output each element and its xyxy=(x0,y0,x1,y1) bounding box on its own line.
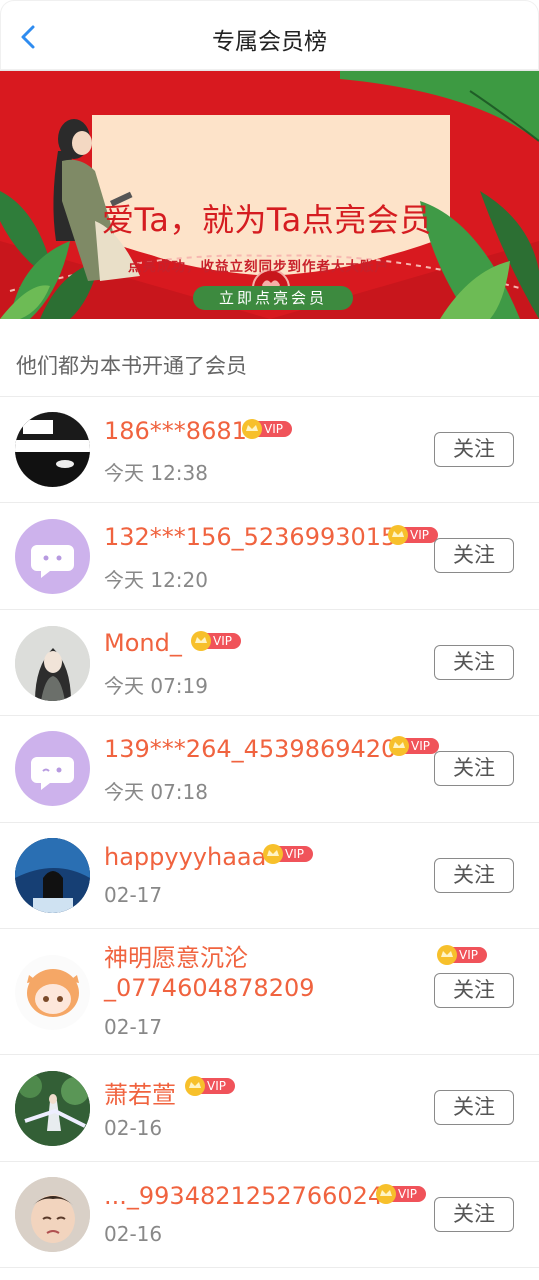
member-name[interactable]: Mond_ xyxy=(104,629,182,657)
list-item[interactable]: 萧若萱 VIP 02-16 关注 xyxy=(0,1055,539,1162)
vip-badge: VIP xyxy=(389,736,439,756)
list-item[interactable]: 186***8681 VIP 今天 12:38 关注 xyxy=(0,397,539,503)
member-time: 今天 07:18 xyxy=(104,780,208,804)
vip-badge: VIP xyxy=(437,945,487,965)
follow-button[interactable]: 关注 xyxy=(434,1090,514,1125)
member-name[interactable]: 神明愿意沉沦 _0774604878209 xyxy=(104,943,404,1003)
member-time: 今天 12:20 xyxy=(104,568,208,592)
vip-badge: VIP xyxy=(242,419,292,439)
promo-banner[interactable]: 爱Ta，就为Ta点亮会员 点亮成功，收益立刻同步到作者大大账户 立即点亮会员 xyxy=(0,71,539,319)
follow-button[interactable]: 关注 xyxy=(434,751,514,786)
page-title: 专属会员榜 xyxy=(212,29,327,55)
list-item[interactable]: 132***156_5236993015 VIP 今天 12:20 关注 xyxy=(0,503,539,610)
vip-label: VIP xyxy=(398,1187,417,1201)
vip-label: VIP xyxy=(207,1079,226,1093)
vip-label: VIP xyxy=(264,422,283,436)
vip-badge: VIP xyxy=(263,844,313,864)
member-name[interactable]: 139***264_4539869420 xyxy=(104,735,396,763)
light-up-vip-button[interactable]: 立即点亮会员 xyxy=(193,286,353,310)
list-item[interactable]: 139***264_4539869420 VIP 今天 07:18 关注 xyxy=(0,716,539,823)
member-name[interactable]: 186***8681 xyxy=(104,417,247,445)
follow-button[interactable]: 关注 xyxy=(434,1197,514,1232)
member-name[interactable]: ..._9934821252766024 xyxy=(104,1182,383,1210)
follow-button[interactable]: 关注 xyxy=(434,858,514,893)
avatar[interactable] xyxy=(15,838,90,913)
member-name[interactable]: happyyyhaaa xyxy=(104,843,266,871)
vip-label: VIP xyxy=(213,634,232,648)
list-item[interactable]: Mond_ VIP 今天 07:19 关注 xyxy=(0,610,539,716)
member-list: 186***8681 VIP 今天 12:38 关注 132***156_523… xyxy=(0,397,539,1268)
member-name[interactable]: 萧若萱 xyxy=(104,1075,176,1110)
member-time: 02-17 xyxy=(104,883,163,907)
avatar[interactable] xyxy=(15,731,90,806)
follow-button[interactable]: 关注 xyxy=(434,432,514,467)
follow-button[interactable]: 关注 xyxy=(434,645,514,680)
member-time: 02-16 xyxy=(104,1222,163,1246)
vip-badge: VIP xyxy=(185,1076,235,1096)
vip-badge: VIP xyxy=(191,631,241,651)
follow-button[interactable]: 关注 xyxy=(434,538,514,573)
vip-label: VIP xyxy=(410,528,429,542)
follow-button[interactable]: 关注 xyxy=(434,973,514,1008)
avatar[interactable] xyxy=(15,412,90,487)
list-item[interactable]: 神明愿意沉沦 _0774604878209 VIP 02-17 关注 xyxy=(0,929,539,1055)
vip-label: VIP xyxy=(285,847,304,861)
avatar[interactable] xyxy=(15,1177,90,1252)
avatar[interactable] xyxy=(15,626,90,701)
banner-subline: 点亮成功，收益立刻同步到作者大大账户 xyxy=(128,259,389,275)
list-item[interactable]: ..._9934821252766024 VIP 02-16 关注 xyxy=(0,1162,539,1268)
member-name[interactable]: 132***156_5236993015 xyxy=(104,523,396,551)
member-time: 02-17 xyxy=(104,1015,163,1039)
banner-headline: 爱Ta，就为Ta点亮会员 xyxy=(102,201,432,239)
avatar[interactable] xyxy=(15,1071,90,1146)
section-title: 他们都为本书开通了会员 xyxy=(0,319,539,397)
member-time: 02-16 xyxy=(104,1116,163,1140)
nav-header: 专属会员榜 xyxy=(0,0,539,71)
vip-badge: VIP xyxy=(376,1184,426,1204)
vip-label: VIP xyxy=(411,739,430,753)
avatar[interactable] xyxy=(15,955,90,1030)
list-item[interactable]: happyyyhaaa VIP 02-17 关注 xyxy=(0,823,539,929)
vip-label: VIP xyxy=(459,948,478,962)
vip-badge: VIP xyxy=(388,525,438,545)
avatar[interactable] xyxy=(15,519,90,594)
member-time: 今天 12:38 xyxy=(104,461,208,485)
member-time: 今天 07:19 xyxy=(104,674,208,698)
